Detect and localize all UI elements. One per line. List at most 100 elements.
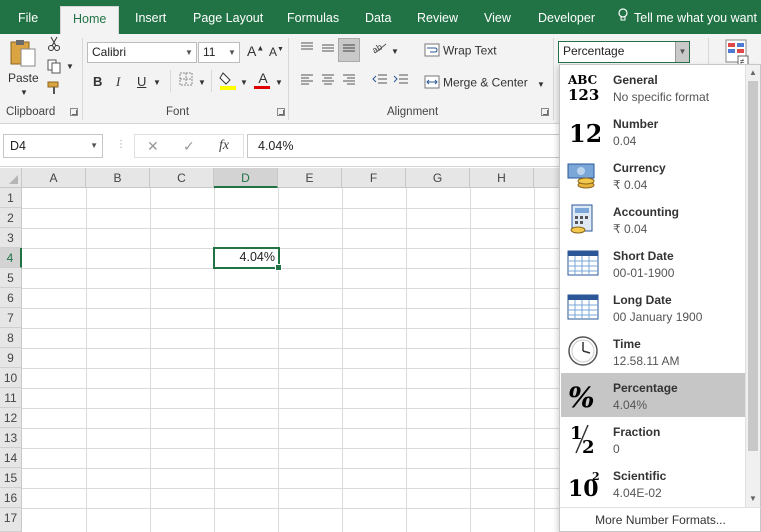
align-left-icon[interactable] [297, 72, 317, 92]
increase-indent-icon[interactable] [391, 72, 411, 92]
format-item-number[interactable]: 12 Number 0.04 [561, 109, 745, 153]
tab-file[interactable]: File [6, 0, 50, 34]
enter-icon[interactable]: ✓ [183, 135, 195, 157]
column-header-f[interactable]: F [342, 168, 406, 188]
column-header-h[interactable]: H [470, 168, 534, 188]
tab-data[interactable]: Data [353, 0, 403, 34]
tell-me-box[interactable]: Tell me what you want [618, 0, 757, 34]
column-header-b[interactable]: B [86, 168, 150, 188]
align-center-icon[interactable] [318, 72, 338, 92]
row-header[interactable]: 6 [0, 288, 22, 308]
row-header[interactable]: 8 [0, 328, 22, 348]
decrease-indent-icon[interactable] [370, 72, 390, 92]
merge-dropdown-icon[interactable]: ▼ [537, 80, 545, 89]
scroll-down-icon[interactable]: ▼ [747, 493, 759, 505]
fill-color-dropdown-icon[interactable]: ▼ [240, 78, 248, 87]
row-header[interactable]: 9 [0, 348, 22, 368]
name-box[interactable]: D4 ▼ [3, 134, 103, 158]
row-header[interactable]: 15 [0, 468, 22, 488]
number-format-value[interactable]: Percentage [563, 44, 624, 58]
row-header[interactable]: 17 [0, 508, 22, 532]
font-name-combo[interactable]: Calibri ▼ [87, 42, 197, 63]
bold-button[interactable]: B [93, 74, 102, 89]
row-header[interactable]: 5 [0, 268, 22, 288]
formula-input[interactable]: 4.04% [247, 134, 567, 158]
format-item-long-date[interactable]: Long Date 00 January 1900 [561, 285, 745, 329]
row-header[interactable]: 11 [0, 388, 22, 408]
copy-dropdown-icon[interactable]: ▼ [66, 62, 74, 71]
tab-formulas[interactable]: Formulas [275, 0, 351, 34]
number-format-combo[interactable]: Percentage ▼ [558, 41, 690, 63]
cancel-icon[interactable]: ✕ [147, 135, 159, 157]
format-item-time[interactable]: Time 12.58.11 AM [561, 329, 745, 373]
format-item-scientific[interactable]: 10 2 Scientific 4.04E-02 [561, 461, 745, 505]
cut-icon[interactable] [44, 36, 64, 56]
more-number-formats-link[interactable]: More Number Formats... [560, 507, 761, 532]
row-header[interactable]: 4 [0, 248, 22, 268]
row-header[interactable]: 13 [0, 428, 22, 448]
wrap-text-button[interactable]: Wrap Text [424, 43, 497, 60]
tab-insert[interactable]: Insert [123, 0, 178, 34]
fill-color-icon[interactable] [218, 70, 238, 90]
tab-view[interactable]: View [472, 0, 523, 34]
tab-developer[interactable]: Developer [526, 0, 607, 34]
paste-icon[interactable] [8, 38, 38, 68]
tab-page-layout[interactable]: Page Layout [181, 0, 275, 34]
row-header[interactable]: 14 [0, 448, 22, 468]
scroll-up-icon[interactable]: ▲ [747, 67, 759, 79]
column-header-c[interactable]: C [150, 168, 214, 188]
column-header-e[interactable]: E [278, 168, 342, 188]
align-right-icon[interactable] [339, 72, 359, 92]
row-header[interactable]: 12 [0, 408, 22, 428]
scroll-thumb[interactable] [748, 81, 758, 451]
align-bottom-icon[interactable] [338, 38, 360, 62]
dropdown-scrollbar[interactable]: ▲ ▼ [745, 65, 760, 507]
paste-button[interactable]: Paste [8, 71, 39, 85]
merge-center-button[interactable]: Merge & Center ▼ [424, 75, 545, 92]
format-item-percentage[interactable]: % Percentage 4.04% [561, 373, 745, 417]
row-header[interactable]: 3 [0, 228, 22, 248]
underline-button[interactable]: U [137, 74, 146, 89]
alignment-launcher[interactable] [541, 108, 549, 116]
borders-dropdown-icon[interactable]: ▼ [198, 78, 206, 87]
borders-icon[interactable] [176, 72, 196, 92]
align-middle-icon[interactable] [318, 40, 338, 60]
format-item-currency[interactable]: Currency ₹ 0.04 [561, 153, 745, 197]
tab-home[interactable]: Home [60, 6, 120, 34]
row-header[interactable]: 16 [0, 488, 22, 508]
tab-review[interactable]: Review [405, 0, 470, 34]
format-item-fraction[interactable]: 12 Fraction 0 [561, 417, 745, 461]
insert-function-icon[interactable]: fx [219, 135, 229, 157]
font-color-button[interactable]: A [254, 70, 272, 89]
row-header[interactable]: 1 [0, 188, 22, 208]
font-launcher[interactable] [277, 108, 285, 116]
chevron-down-icon[interactable]: ▼ [225, 43, 239, 62]
paste-dropdown-icon[interactable]: ▼ [20, 88, 28, 97]
active-cell-d4[interactable]: 4.04% [213, 247, 282, 271]
select-all-button[interactable] [0, 168, 22, 188]
underline-dropdown-icon[interactable]: ▼ [153, 78, 161, 87]
format-item-general[interactable]: ABC 123 General No specific format [561, 65, 745, 109]
orientation-icon[interactable]: ab [370, 40, 390, 60]
format-item-accounting[interactable]: Accounting ₹ 0.04 [561, 197, 745, 241]
format-painter-icon[interactable] [44, 80, 64, 100]
chevron-down-icon[interactable]: ▼ [675, 42, 689, 62]
copy-icon[interactable] [44, 58, 64, 78]
row-header[interactable]: 2 [0, 208, 22, 228]
column-header-d[interactable]: D [214, 168, 278, 188]
row-header[interactable]: 10 [0, 368, 22, 388]
column-header-g[interactable]: G [406, 168, 470, 188]
shrink-font-button[interactable]: A▼ [269, 45, 284, 59]
chevron-down-icon[interactable]: ▼ [90, 135, 98, 157]
align-top-icon[interactable] [297, 40, 317, 60]
clipboard-launcher[interactable] [70, 108, 78, 116]
font-color-dropdown-icon[interactable]: ▼ [275, 78, 283, 87]
font-size-combo[interactable]: 11 ▼ [198, 42, 240, 63]
grow-font-button[interactable]: A▲ [247, 43, 264, 59]
orientation-dropdown-icon[interactable]: ▼ [391, 47, 399, 56]
chevron-down-icon[interactable]: ▼ [182, 43, 196, 62]
column-header-a[interactable]: A [22, 168, 86, 188]
format-item-short-date[interactable]: Short Date 00-01-1900 [561, 241, 745, 285]
italic-button[interactable]: I [116, 74, 120, 90]
row-header[interactable]: 7 [0, 308, 22, 328]
